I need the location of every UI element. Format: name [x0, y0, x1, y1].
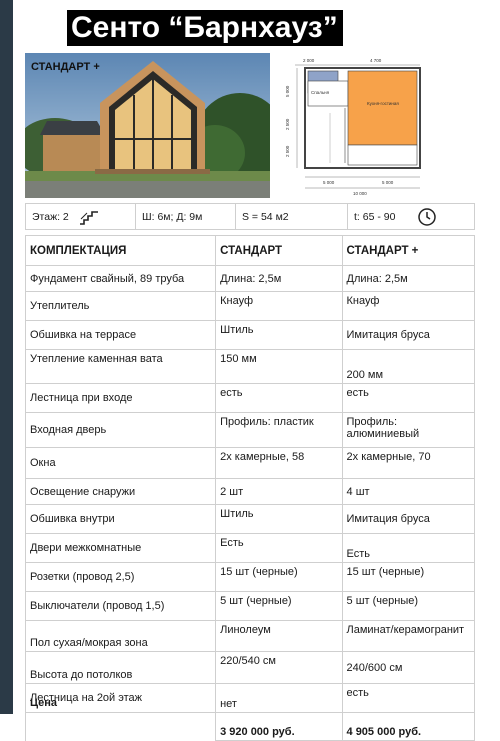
row-label: Розетки (провод 2,5): [24, 562, 217, 592]
table-row: Входная дверь Профиль: пластик Профиль: …: [24, 412, 476, 448]
row-label: Обшивка на террасе: [24, 320, 217, 350]
standard-value: 15 шт (черные): [215, 562, 343, 592]
stairs-icon: [79, 209, 99, 225]
standard-value: есть: [215, 383, 343, 413]
standard-plus-value: 15 шт (черные): [341, 562, 476, 592]
table-row: Обшивка внутри Штиль Имитация бруса: [24, 504, 476, 534]
row-label: Лестница при входе: [24, 383, 217, 413]
table-row: Розетки (провод 2,5) 15 шт (черные) 15 ш…: [24, 562, 476, 592]
standard-plus-value: 2х камерные, 70: [341, 447, 476, 479]
price-label: Цена: [30, 697, 58, 709]
params-area: S = 54 м2: [236, 204, 348, 229]
table-row: Лестница на 2ой этаж нет есть: [24, 683, 476, 713]
row-label: Обшивка внутри: [24, 504, 217, 534]
standard-plus-value: есть: [341, 383, 476, 413]
plan-dim-left-a: 2 500: [285, 118, 290, 130]
row-label: Утепление каменная вата: [24, 349, 217, 384]
plan-dim-top-right: 4 700: [370, 58, 382, 63]
plan-dim-bottom-b: 5 000: [382, 180, 394, 185]
params-floors: Этаж: 2: [26, 204, 136, 229]
row-label: Фундамент свайный, 89 труба: [24, 265, 217, 292]
standard-value: Линолеум: [215, 620, 343, 652]
spec-table: КОМПЛЕКТАЦИЯ СТАНДАРТ СТАНДАРТ + Фундаме…: [24, 235, 476, 741]
standard-value: Длина: 2,5м: [215, 265, 343, 292]
standard-plus-value: Ламинат/керамогранит: [341, 620, 476, 652]
row-label: Двери межкомнатные: [24, 533, 217, 563]
plan-dim-left-b: 2 500: [285, 145, 290, 157]
row-label: Окна: [24, 447, 217, 479]
table-header-row: КОМПЛЕКТАЦИЯ СТАНДАРТ СТАНДАРТ +: [24, 235, 476, 266]
plan-dim-top-left: 2 000: [303, 58, 315, 63]
row-label: Утеплитель: [24, 291, 217, 321]
standard-plus-price: 4 905 000 руб.: [341, 712, 476, 741]
table-row: Утепление каменная вата 150 мм 200 мм: [24, 349, 476, 384]
table-header: СТАНДАРТ +: [341, 235, 476, 266]
standard-value: 150 мм: [215, 349, 343, 384]
standard-value: нет: [215, 683, 343, 713]
side-strip: [0, 0, 13, 714]
row-label: Пол сухая/мокрая зона: [24, 620, 217, 652]
standard-plus-value: Профиль: алюминиевый: [341, 412, 476, 448]
standard-value: Есть: [215, 533, 343, 563]
standard-value: Профиль: пластик: [215, 412, 343, 448]
standard-plus-value: Кнауф: [341, 291, 476, 321]
params-size: Ш: 6м; Д: 9м: [136, 204, 236, 229]
table-row: Утеплитель Кнауф Кнауф: [24, 291, 476, 321]
plan-dim-bottom-a: 5 000: [323, 180, 335, 185]
standard-plus-value: Имитация бруса: [341, 504, 476, 534]
standard-plus-value: Имитация бруса: [341, 320, 476, 350]
standard-plus-value: 4 шт: [341, 478, 476, 505]
price-row: 3 920 000 руб. 4 905 000 руб.: [24, 712, 476, 741]
standard-value: 2 шт: [215, 478, 343, 505]
standard-plus-value: 240/600 см: [341, 651, 476, 684]
table-header: КОМПЛЕКТАЦИЯ: [24, 235, 217, 266]
table-row: Выключатели (провод 1,5) 5 шт (черные) 5…: [24, 591, 476, 621]
table-row: Пол сухая/мокрая зона Линолеум Ламинат/к…: [24, 620, 476, 652]
standard-value: 5 шт (черные): [215, 591, 343, 621]
clock-icon: [417, 207, 437, 227]
floor-plan: 2 000 4 700 Спальня Кухня-гостиная 5 000…: [285, 53, 495, 201]
row-label: Выключатели (провод 1,5): [24, 591, 217, 621]
table-row: Двери межкомнатные Есть Есть: [24, 533, 476, 563]
standard-price: 3 920 000 руб.: [215, 712, 343, 741]
table-row: Лестница при входе есть есть: [24, 383, 476, 413]
standard-plus-value: есть: [341, 683, 476, 713]
standard-plus-value: 5 шт (черные): [341, 591, 476, 621]
floors-label: Этаж: 2: [32, 210, 69, 223]
standard-value: Штиль: [215, 504, 343, 534]
standard-value: 220/540 см: [215, 651, 343, 684]
table-row: Обшивка на террасе Штиль Имитация бруса: [24, 320, 476, 350]
table-row: Высота до потолков 220/540 см 240/600 см: [24, 651, 476, 684]
standard-value: Кнауф: [215, 291, 343, 321]
table-row: Фундамент свайный, 89 труба Длина: 2,5м …: [24, 265, 476, 292]
photo-label: СТАНДАРТ +: [31, 61, 100, 73]
params-bar: Этаж: 2 Ш: 6м; Д: 9м S = 54 м2 t: 65 - 9…: [25, 203, 475, 230]
table-header: СТАНДАРТ: [215, 235, 343, 266]
table-row: Окна 2х камерные, 58 2х камерные, 70: [24, 447, 476, 479]
plan-room-small: Спальня: [311, 90, 330, 95]
house-photo: СТАНДАРТ +: [25, 53, 270, 198]
standard-plus-value: Есть: [341, 533, 476, 563]
table-row: Освещение снаружи 2 шт 4 шт: [24, 478, 476, 505]
standard-plus-value: 200 мм: [341, 349, 476, 384]
standard-value: Штиль: [215, 320, 343, 350]
house-illustration: [25, 53, 270, 198]
params-time: t: 65 - 90: [348, 204, 474, 229]
plan-dim-total: 10 000: [353, 191, 367, 196]
row-label: Высота до потолков: [24, 651, 217, 684]
plan-dim-left: 5 000: [285, 85, 290, 97]
row-label: Входная дверь: [24, 412, 217, 448]
row-label: Освещение снаружи: [24, 478, 217, 505]
time-label: t: 65 - 90: [354, 210, 396, 223]
page-title: Сенто “Барнхауз”: [67, 10, 343, 46]
standard-value: 2х камерные, 58: [215, 447, 343, 479]
standard-plus-value: Длина: 2,5м: [341, 265, 476, 292]
plan-room-main: Кухня-гостиная: [367, 101, 399, 106]
price-row-spacer: [24, 712, 217, 741]
